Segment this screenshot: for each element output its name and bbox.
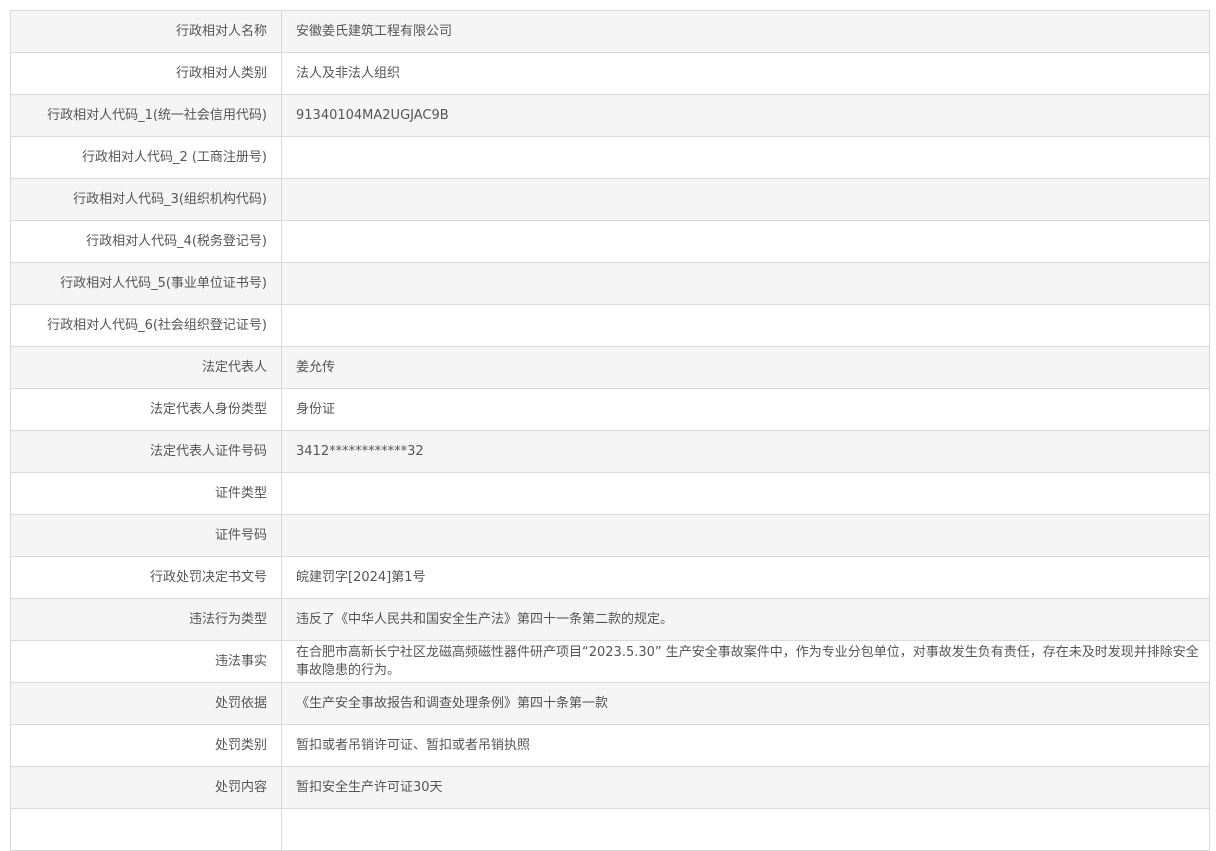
row-value (281, 472, 1210, 515)
row-label: 处罚依据 (10, 682, 282, 725)
row-value (281, 808, 1210, 851)
row-value (281, 136, 1210, 179)
row-label: 证件类型 (10, 472, 282, 515)
row-label: 行政相对人名称 (10, 10, 282, 53)
row-value (281, 178, 1210, 221)
table-row: 行政相对人类别 法人及非法人组织 (10, 52, 1210, 95)
row-label: 处罚类别 (10, 724, 282, 767)
table-row: 法定代表人 姜允传 (10, 346, 1210, 389)
row-label: 法定代表人证件号码 (10, 430, 282, 473)
record-table-container: 行政相对人名称 安徽姜氏建筑工程有限公司 行政相对人类别 法人及非法人组织 行政… (10, 10, 1210, 851)
row-label: 行政相对人代码_4(税务登记号) (10, 220, 282, 263)
table-row: 行政相对人代码_5(事业单位证书号) (10, 262, 1210, 305)
row-label: 法定代表人身份类型 (10, 388, 282, 431)
row-label: 行政相对人代码_3(组织机构代码) (10, 178, 282, 221)
table-row: 行政相对人代码_2 (工商注册号) (10, 136, 1210, 179)
table-row: 行政相对人代码_4(税务登记号) (10, 220, 1210, 263)
table-row: 行政相对人代码_1(统一社会信用代码) 91340104MA2UGJAC9B (10, 94, 1210, 137)
table-row: 行政相对人代码_6(社会组织登记证号) (10, 304, 1210, 347)
table-row: 处罚内容 暂扣安全生产许可证30天 (10, 766, 1210, 809)
table-row: 法定代表人身份类型 身份证 (10, 388, 1210, 431)
row-value: 在合肥市高新长宁社区龙磁高频磁性器件研产项目“2023.5.30” 生产安全事故… (281, 640, 1210, 683)
row-label: 违法事实 (10, 640, 282, 683)
row-value (281, 304, 1210, 347)
row-label: 行政相对人代码_6(社会组织登记证号) (10, 304, 282, 347)
row-label (10, 808, 282, 851)
table-row: 证件类型 (10, 472, 1210, 515)
row-label: 行政相对人代码_1(统一社会信用代码) (10, 94, 282, 137)
row-label: 行政相对人代码_2 (工商注册号) (10, 136, 282, 179)
row-label: 行政处罚决定书文号 (10, 556, 282, 599)
table-row: 行政处罚决定书文号 皖建罚字[2024]第1号 (10, 556, 1210, 599)
row-value (281, 262, 1210, 305)
record-table-body: 行政相对人名称 安徽姜氏建筑工程有限公司 行政相对人类别 法人及非法人组织 行政… (10, 10, 1210, 851)
table-row: 证件号码 (10, 514, 1210, 557)
row-value (281, 514, 1210, 557)
row-label: 法定代表人 (10, 346, 282, 389)
row-label: 行政相对人代码_5(事业单位证书号) (10, 262, 282, 305)
row-label: 证件号码 (10, 514, 282, 557)
table-row (10, 808, 1210, 851)
row-value: 91340104MA2UGJAC9B (281, 94, 1210, 137)
row-value: 《生产安全事故报告和调查处理条例》第四十条第一款 (281, 682, 1210, 725)
table-row: 违法行为类型 违反了《中华人民共和国安全生产法》第四十一条第二款的规定。 (10, 598, 1210, 641)
row-label: 行政相对人类别 (10, 52, 282, 95)
row-label: 处罚内容 (10, 766, 282, 809)
row-value: 姜允传 (281, 346, 1210, 389)
row-value: 违反了《中华人民共和国安全生产法》第四十一条第二款的规定。 (281, 598, 1210, 641)
table-row: 行政相对人代码_3(组织机构代码) (10, 178, 1210, 221)
row-label: 违法行为类型 (10, 598, 282, 641)
table-row: 违法事实 在合肥市高新长宁社区龙磁高频磁性器件研产项目“2023.5.30” 生… (10, 640, 1210, 683)
table-row: 处罚依据 《生产安全事故报告和调查处理条例》第四十条第一款 (10, 682, 1210, 725)
penalty-record-table: 行政相对人名称 安徽姜氏建筑工程有限公司 行政相对人类别 法人及非法人组织 行政… (10, 10, 1210, 851)
row-value: 皖建罚字[2024]第1号 (281, 556, 1210, 599)
row-value: 法人及非法人组织 (281, 52, 1210, 95)
table-row: 法定代表人证件号码 3412************32 (10, 430, 1210, 473)
row-value: 安徽姜氏建筑工程有限公司 (281, 10, 1210, 53)
row-value (281, 220, 1210, 263)
row-value: 身份证 (281, 388, 1210, 431)
table-row: 行政相对人名称 安徽姜氏建筑工程有限公司 (10, 10, 1210, 53)
row-value: 3412************32 (281, 430, 1210, 473)
table-row: 处罚类别 暂扣或者吊销许可证、暂扣或者吊销执照 (10, 724, 1210, 767)
row-value: 暂扣安全生产许可证30天 (281, 766, 1210, 809)
row-value: 暂扣或者吊销许可证、暂扣或者吊销执照 (281, 724, 1210, 767)
